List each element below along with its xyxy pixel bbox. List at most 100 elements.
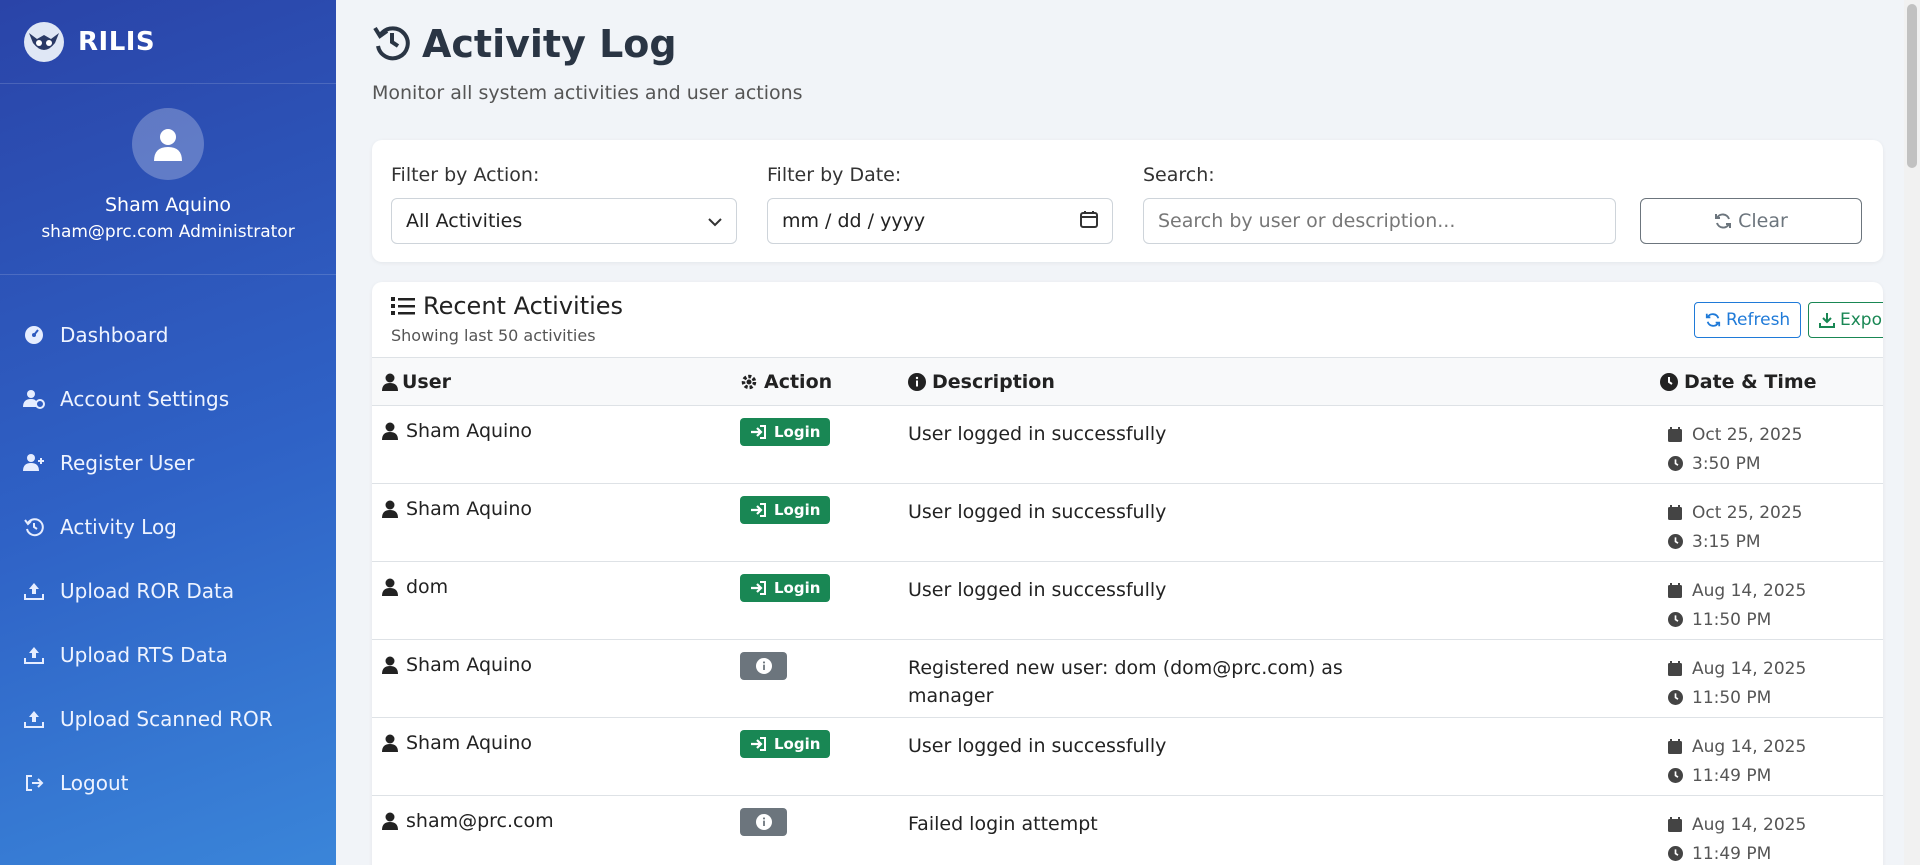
clear-button[interactable]: Clear [1640, 198, 1862, 244]
refresh-button[interactable]: Refresh [1694, 302, 1802, 338]
login-badge: Login [740, 418, 831, 446]
row-user-name: sham@prc.com [406, 810, 554, 832]
user-plus-icon [22, 451, 46, 475]
info-badge [740, 652, 787, 680]
sign-in-icon [750, 581, 766, 595]
sidebar-item-label: Activity Log [60, 515, 177, 539]
row-date: Aug 14, 2025 [1692, 814, 1807, 835]
row-time: 3:50 PM [1692, 453, 1761, 474]
row-action: Login [740, 730, 831, 758]
calendar-icon [1668, 661, 1684, 676]
sidebar-item-activity-log[interactable]: Activity Log [0, 495, 336, 559]
date-filter-input[interactable]: mm / dd / yyyy [767, 198, 1113, 244]
clock-icon [1660, 373, 1678, 391]
row-time: 11:50 PM [1692, 609, 1772, 630]
main-content: Activity Log Monitor all system activiti… [336, 0, 1904, 865]
column-datetime[interactable]: Date & Time [1660, 371, 1817, 393]
user-profile: Sham Aquino sham@prc.com Administrator [0, 84, 336, 275]
column-user[interactable]: User [382, 371, 451, 393]
table-row[interactable]: sham@prc.com Failed login attempt Aug 14… [372, 796, 1883, 865]
row-date: Oct 25, 2025 [1692, 502, 1803, 523]
clock-icon [1668, 768, 1684, 783]
card-subtitle: Showing last 50 activities [391, 326, 596, 345]
row-user-name: Sham Aquino [406, 498, 533, 520]
row-datetime: Aug 14, 2025 11:50 PM [1668, 576, 1806, 634]
sidebar-item-dashboard[interactable]: Dashboard [0, 303, 336, 367]
page-title: Activity Log [422, 22, 677, 66]
user-icon [382, 812, 398, 830]
brand[interactable]: RILIS [0, 0, 336, 84]
refresh-label: Refresh [1726, 310, 1791, 330]
clock-icon [1668, 846, 1684, 861]
user-icon [382, 578, 398, 596]
table-header: User Action Description Date & Time [372, 358, 1883, 406]
sidebar: RILIS Sham Aquino sham@prc.com Administr… [0, 0, 336, 865]
action-filter-select[interactable]: All Activities [391, 198, 737, 244]
column-action-label: Action [764, 371, 833, 393]
export-label: Export [1840, 310, 1883, 330]
row-user-name: dom [406, 576, 449, 598]
refresh-icon [1705, 312, 1721, 328]
sidebar-item-label: Account Settings [60, 387, 230, 411]
sidebar-item-label: Upload ROR Data [60, 579, 235, 603]
upload-icon [22, 579, 46, 603]
info-icon [908, 373, 926, 391]
calendar-icon[interactable] [1080, 210, 1098, 233]
table-row[interactable]: dom Login User logged in successfully Au… [372, 562, 1883, 640]
row-user-name: Sham Aquino [406, 654, 533, 676]
date-filter-label: Filter by Date: [767, 164, 902, 186]
column-action[interactable]: Action [740, 371, 832, 393]
column-description-label: Description [932, 371, 1055, 393]
card-title-text: Recent Activities [423, 292, 624, 320]
scrollbar-thumb[interactable] [1907, 4, 1917, 168]
row-date: Aug 14, 2025 [1692, 658, 1807, 679]
clock-icon [1668, 456, 1684, 471]
gauge-icon [22, 323, 46, 347]
row-action [740, 808, 787, 836]
table-row[interactable]: Sham Aquino Login User logged in success… [372, 718, 1883, 796]
filters-panel: Filter by Action: All Activities Filter … [372, 140, 1883, 262]
table-row[interactable]: Sham Aquino Login User logged in success… [372, 484, 1883, 562]
sidebar-item-label: Dashboard [60, 323, 169, 347]
user-icon [382, 734, 398, 752]
brand-name: RILIS [78, 26, 156, 57]
login-badge: Login [740, 730, 831, 758]
card-header: Recent Activities Showing last 50 activi… [372, 282, 1883, 358]
sidebar-item-upload-ror-data[interactable]: Upload ROR Data [0, 559, 336, 623]
table-row[interactable]: Sham Aquino Registered new user: dom (do… [372, 640, 1883, 718]
row-user: dom [382, 576, 448, 598]
logout-icon [22, 771, 46, 795]
table-row[interactable]: Sham Aquino Login User logged in success… [372, 406, 1883, 484]
sidebar-item-upload-rts-data[interactable]: Upload RTS Data [0, 623, 336, 687]
sidebar-item-register-user[interactable]: Register User [0, 431, 336, 495]
row-user-name: Sham Aquino [406, 420, 533, 442]
sign-in-icon [750, 503, 766, 517]
row-description: User logged in successfully [908, 579, 1167, 601]
card-title: Recent Activities [391, 292, 623, 320]
history-icon [22, 515, 46, 539]
user-icon [154, 129, 182, 161]
row-user: Sham Aquino [382, 420, 532, 442]
column-description[interactable]: Description [908, 371, 1055, 393]
badge-label: Login [774, 579, 821, 597]
search-input[interactable]: Search by user or description... [1143, 198, 1616, 244]
sidebar-item-upload-scanned-ror[interactable]: Upload Scanned ROR [0, 687, 336, 751]
page-subtitle: Monitor all system activities and user a… [372, 82, 803, 104]
gear-icon [740, 373, 758, 391]
export-button[interactable]: Export [1808, 302, 1883, 338]
row-datetime: Aug 14, 2025 11:49 PM [1668, 810, 1806, 865]
sign-in-icon [750, 737, 766, 751]
row-date: Aug 14, 2025 [1692, 580, 1807, 601]
calendar-icon [1668, 427, 1684, 442]
refresh-icon [1714, 212, 1732, 230]
search-label: Search: [1143, 164, 1215, 186]
badge-label: Login [774, 423, 821, 441]
sidebar-item-account-settings[interactable]: Account Settings [0, 367, 336, 431]
sidebar-item-label: Logout [60, 771, 129, 795]
calendar-icon [1668, 505, 1684, 520]
user-gear-icon [22, 387, 46, 411]
column-datetime-label: Date & Time [1684, 371, 1817, 393]
sidebar-item-logout[interactable]: Logout [0, 751, 336, 815]
page-scrollbar[interactable] [1904, 0, 1920, 865]
clock-icon [1668, 534, 1684, 549]
